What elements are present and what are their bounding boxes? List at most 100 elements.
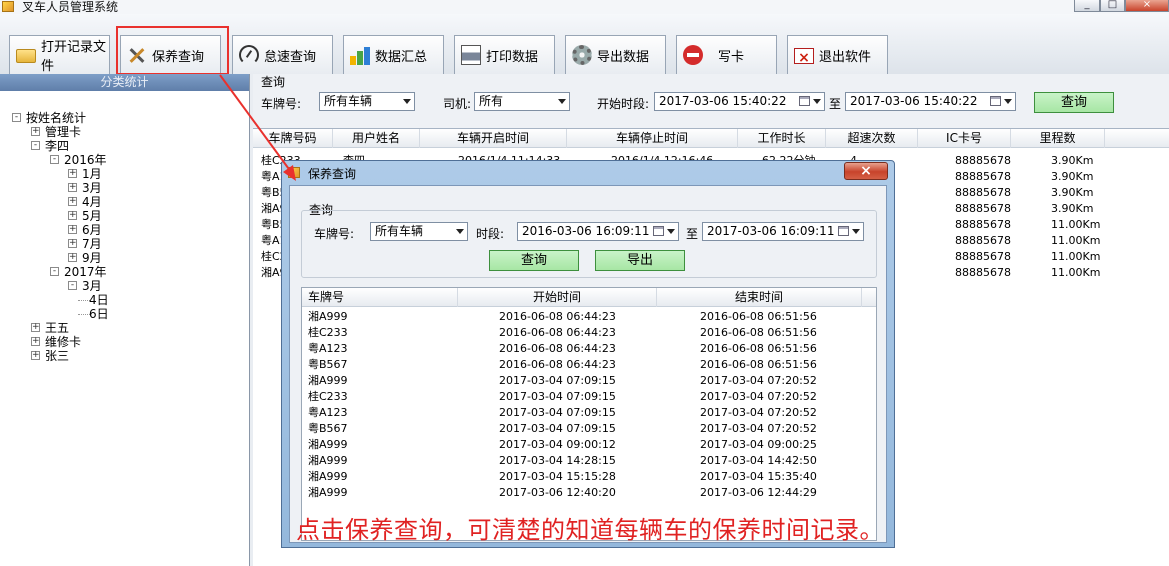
table-row[interactable]: 粤A123 2016-06-08 06:44:23 2016-06-08 06:51… xyxy=(302,341,876,357)
column-header[interactable]: 车牌号码 xyxy=(253,129,333,148)
column-header[interactable]: 车辆开启时间 xyxy=(420,129,567,148)
tree-node[interactable]: 6日 xyxy=(78,307,109,321)
tree-node[interactable]: +7月 xyxy=(68,237,102,251)
tree-node-label: 3月 xyxy=(82,279,102,293)
table-row[interactable]: 湘A999 2017-03-04 14:28:15 2017-03-04 14:42… xyxy=(302,453,876,469)
tree-node[interactable]: +5月 xyxy=(68,209,102,223)
dialog-body: 查询 车牌号: 所有车辆 时段: 2016-03-06 16:09:11 至 2… xyxy=(289,185,887,543)
export-data-button[interactable]: 导出数据 xyxy=(565,35,666,74)
tree-node[interactable]: +3月 xyxy=(68,181,102,195)
to-label: 至 xyxy=(829,97,842,111)
table-cell: 2016-06-08 06:51:56 xyxy=(700,358,817,371)
tree-expander[interactable]: + xyxy=(68,253,77,262)
table-cell: 2017-03-04 14:28:15 xyxy=(499,454,616,467)
start-time-picker[interactable]: 2017-03-06 15:40:22 xyxy=(654,92,825,111)
dialog-plate-select[interactable]: 所有车辆 xyxy=(370,222,468,241)
column-header[interactable]: 里程数 xyxy=(1011,129,1105,148)
tree-node[interactable]: -2016年 xyxy=(50,153,107,167)
table-row[interactable]: 湘A999 2017-03-04 15:15:28 2017-03-04 15:35… xyxy=(302,469,876,485)
tree-node[interactable]: + 张三 xyxy=(31,349,69,363)
tree-node-label: 李四 xyxy=(45,139,70,153)
gear-icon xyxy=(572,45,592,65)
tree-node-label: 2017年 xyxy=(64,265,107,279)
tree-expander[interactable]: + xyxy=(68,169,77,178)
column-header[interactable]: IC卡号 xyxy=(918,129,1011,148)
tree-expander[interactable]: - xyxy=(12,113,21,122)
tree-expander[interactable]: + xyxy=(68,211,77,220)
search-button[interactable]: 查询 xyxy=(1034,92,1114,113)
print-data-label: 打印数据 xyxy=(486,49,539,65)
end-time-picker[interactable]: 2017-03-06 15:40:22 xyxy=(845,92,1016,111)
plate-select[interactable]: 所有车辆 xyxy=(319,92,415,111)
chevron-down-icon xyxy=(1004,99,1012,104)
column-header[interactable]: 工作时长 xyxy=(738,129,826,148)
table-row[interactable]: 桂C233 2016-06-08 06:44:23 2016-06-08 06:51… xyxy=(302,325,876,341)
tree-node[interactable]: + 维修卡 xyxy=(31,335,81,349)
tree-node[interactable]: +9月 xyxy=(68,251,102,265)
table-row[interactable]: 湘A999 2017-03-04 07:09:15 2017-03-04 07:20… xyxy=(302,373,876,389)
tree-node[interactable]: -2017年 xyxy=(50,265,107,279)
table-row[interactable]: 桂C233 2017-03-04 07:09:15 2017-03-04 07:20… xyxy=(302,389,876,405)
column-header[interactable]: 车辆停止时间 xyxy=(567,129,738,148)
tree-node[interactable]: - 按姓名统计 xyxy=(12,111,86,125)
tree-expander[interactable]: + xyxy=(68,197,77,206)
bar-chart-icon xyxy=(350,47,370,65)
table-row[interactable]: 湘A999 2016-06-08 06:44:23 2016-06-08 06:51… xyxy=(302,309,876,325)
exit-software-button[interactable]: × 退出软件 xyxy=(787,35,888,74)
table-cell: 粤B567 xyxy=(308,422,348,435)
maximize-button[interactable]: □ xyxy=(1100,0,1125,12)
table-cell: 2016-06-08 06:44:23 xyxy=(499,342,616,355)
tree-expander[interactable]: + xyxy=(31,127,40,136)
idle-query-button[interactable]: 怠速查询 xyxy=(232,35,333,74)
table-row[interactable]: 粤A123 2017-03-04 07:09:15 2017-03-04 07:20… xyxy=(302,405,876,421)
tree-expander[interactable]: + xyxy=(31,351,40,360)
tree-node[interactable]: 4日 xyxy=(78,293,109,307)
column-header[interactable]: 超速次数 xyxy=(826,129,918,148)
dialog-close-button[interactable]: × xyxy=(844,162,888,180)
dialog-start-picker[interactable]: 2016-03-06 16:09:11 xyxy=(517,222,679,241)
tree-expander[interactable]: + xyxy=(31,337,40,346)
table-row[interactable]: 粤B567 2016-06-08 06:44:23 2016-06-08 06:51… xyxy=(302,357,876,373)
tree-expander[interactable]: - xyxy=(68,281,77,290)
tree-node-label: 张三 xyxy=(45,349,70,363)
dialog-search-button[interactable]: 查询 xyxy=(489,250,579,271)
query-panel: 查询 车牌号: 所有车辆 司机: 所有 开始时段: 2017-03-06 15:… xyxy=(253,74,1169,124)
data-summary-button[interactable]: 数据汇总 xyxy=(343,35,444,74)
tree-expander[interactable]: - xyxy=(50,267,59,276)
table-cell: 11.00Km xyxy=(1051,218,1101,231)
table-row[interactable]: 湘A999 2017-03-06 12:40:20 2017-03-06 12:44… xyxy=(302,485,876,501)
column-header[interactable]: 车牌号 xyxy=(302,288,458,307)
column-header[interactable]: 开始时间 xyxy=(458,288,657,307)
calendar-icon xyxy=(653,226,664,236)
table-cell: 2016-06-08 06:51:56 xyxy=(700,326,817,339)
tree-expander[interactable]: - xyxy=(50,155,59,164)
tree-expander[interactable]: + xyxy=(68,239,77,248)
calendar-icon xyxy=(990,96,1001,106)
table-row[interactable]: 粤B567 2017-03-04 07:09:15 2017-03-04 07:20… xyxy=(302,421,876,437)
print-data-button[interactable]: 打印数据 xyxy=(454,35,555,74)
tree-expander[interactable]: - xyxy=(31,141,40,150)
open-record-file-button[interactable]: 打开记录文件 xyxy=(9,35,110,74)
tree-node[interactable]: - 李四 xyxy=(31,139,69,153)
tree-node[interactable]: +1月 xyxy=(68,167,102,181)
table-cell: 2017-03-04 07:20:52 xyxy=(700,374,817,387)
tree-expander[interactable]: + xyxy=(68,183,77,192)
close-button[interactable]: × xyxy=(1125,0,1169,12)
driver-select[interactable]: 所有 xyxy=(474,92,570,111)
dialog-end-picker[interactable]: 2017-03-06 16:09:11 xyxy=(702,222,864,241)
tree-node[interactable]: +6月 xyxy=(68,223,102,237)
tree-node[interactable]: +4月 xyxy=(68,195,102,209)
tree-node[interactable]: -3月 xyxy=(68,279,102,293)
tree-node[interactable]: + 王五 xyxy=(31,321,69,335)
maintenance-records-table: 车牌号 开始时间 结束时间 湘A999 2016-06-08 06:44:23 2016… xyxy=(301,287,877,541)
chevron-down-icon xyxy=(456,229,464,234)
column-header[interactable]: 用户姓名 xyxy=(333,129,420,148)
tree-expander[interactable]: + xyxy=(68,225,77,234)
column-header[interactable]: 结束时间 xyxy=(657,288,862,307)
table-row[interactable]: 湘A999 2017-03-04 09:00:12 2017-03-04 09:00… xyxy=(302,437,876,453)
tree-node[interactable]: + 管理卡 xyxy=(31,125,81,139)
tree-expander[interactable]: + xyxy=(31,323,40,332)
write-card-button[interactable]: 写卡 xyxy=(676,35,777,74)
dialog-export-button[interactable]: 导出 xyxy=(595,250,685,271)
minimize-button[interactable]: _ xyxy=(1074,0,1100,12)
